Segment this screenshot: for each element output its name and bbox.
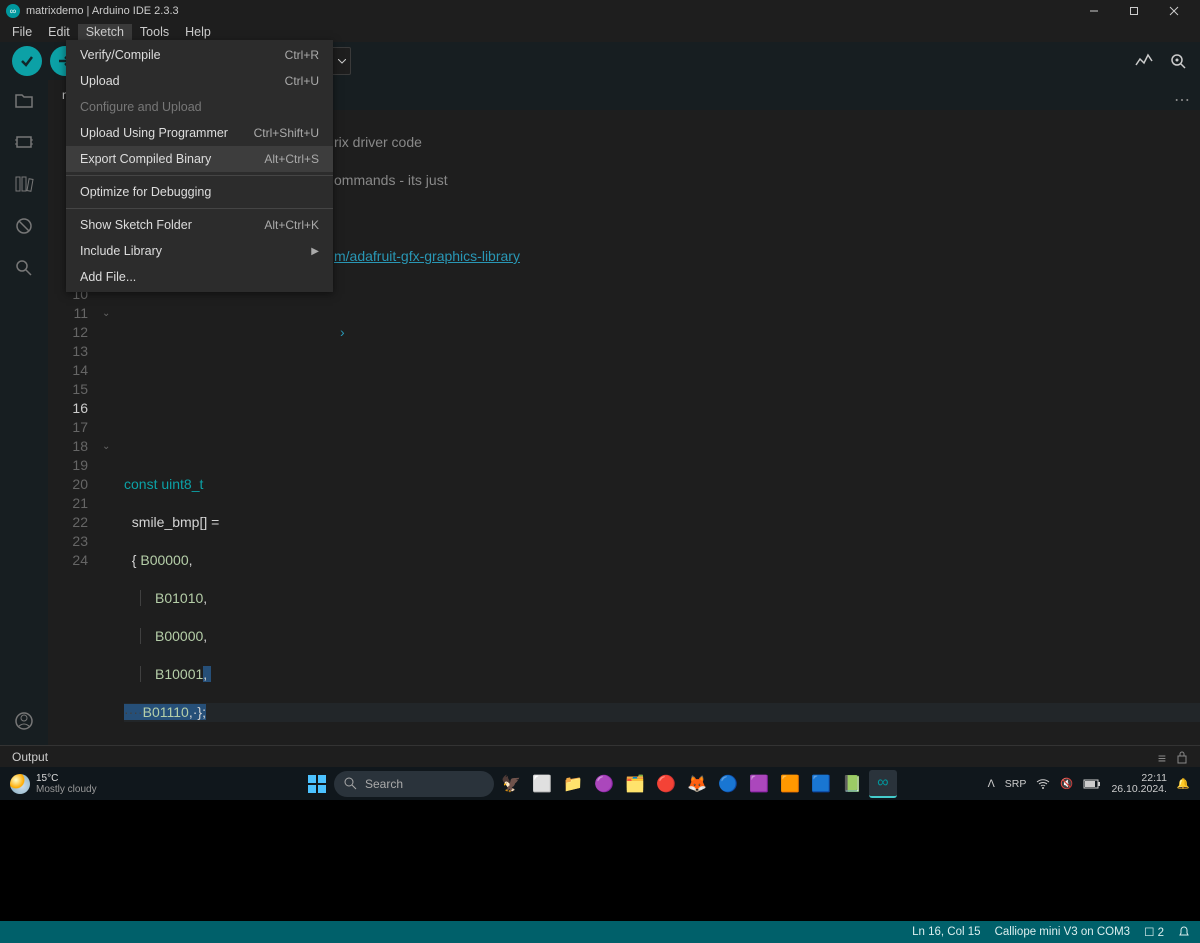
menu-file[interactable]: File <box>4 24 40 40</box>
close-button[interactable] <box>1154 0 1194 22</box>
menu-item-verify[interactable]: Verify/CompileCtrl+R <box>66 42 333 68</box>
taskbar-files[interactable]: 🗂️ <box>621 770 649 798</box>
app-icon: ∞ <box>6 4 20 18</box>
cursor-position[interactable]: Ln 16, Col 15 <box>912 926 980 938</box>
minimize-button[interactable] <box>1074 0 1114 22</box>
sketch-dropdown: Verify/CompileCtrl+R UploadCtrl+U Config… <box>66 40 333 292</box>
menu-item-add-file[interactable]: Add File... <box>66 264 333 290</box>
serial-monitor-icon[interactable] <box>1168 51 1188 71</box>
output-label[interactable]: Output <box>12 747 48 768</box>
verify-button[interactable] <box>12 46 42 76</box>
taskbar-app-1[interactable]: 🦅 <box>497 770 525 798</box>
menu-item-upload[interactable]: UploadCtrl+U <box>66 68 333 94</box>
board-status[interactable]: Calliope mini V3 on COM3 <box>995 926 1131 938</box>
menu-tools[interactable]: Tools <box>132 24 177 40</box>
taskbar-affinity-photo[interactable]: 🟪 <box>745 770 773 798</box>
debug-icon[interactable] <box>12 214 36 238</box>
library-manager-icon[interactable] <box>12 172 36 196</box>
taskbar-weather[interactable]: 15°CMostly cloudy <box>10 773 97 795</box>
taskbar-chrome[interactable]: 🔴 <box>652 770 680 798</box>
tray-language[interactable]: SRP <box>1005 778 1027 790</box>
tray-volume-icon[interactable]: 🔇 <box>1060 777 1073 790</box>
output-options-icon[interactable]: ≡ <box>1158 750 1166 766</box>
menu-item-upload-programmer[interactable]: Upload Using ProgrammerCtrl+Shift+U <box>66 120 333 146</box>
menu-sketch[interactable]: Sketch <box>78 24 132 40</box>
start-button[interactable] <box>303 770 331 798</box>
notification-bell-icon[interactable] <box>1178 926 1190 938</box>
tab-overflow-icon[interactable]: ⋯ <box>1164 90 1200 110</box>
folder-icon[interactable] <box>12 88 36 112</box>
tray-battery-icon[interactable] <box>1083 779 1101 789</box>
menu-item-optimize-debug[interactable]: Optimize for Debugging <box>66 179 333 205</box>
tray-chevron-up-icon[interactable]: ᐱ <box>988 778 995 790</box>
windows-taskbar: 15°CMostly cloudy Search 🦅 ⬜ 📁 🟣 🗂️ 🔴 🦊 … <box>0 767 1200 800</box>
taskbar-explorer[interactable]: 📁 <box>559 770 587 798</box>
menu-edit[interactable]: Edit <box>40 24 78 40</box>
menu-bar: File Edit Sketch Tools Help <box>0 22 1200 42</box>
menu-separator <box>66 208 333 209</box>
menu-separator <box>66 175 333 176</box>
maximize-button[interactable] <box>1114 0 1154 22</box>
chevron-right-icon: ▶ <box>311 246 319 257</box>
taskbar-search[interactable]: Search <box>334 771 494 797</box>
title-bar: ∞ matrixdemo | Arduino IDE 2.3.3 <box>0 0 1200 22</box>
status-bar: Ln 16, Col 15 Calliope mini V3 on COM3 ☐… <box>0 921 1200 943</box>
taskbar-affinity-designer[interactable]: 🟧 <box>776 770 804 798</box>
menu-item-include-library[interactable]: Include Library▶ <box>66 238 333 264</box>
serial-plotter-icon[interactable] <box>1134 51 1154 71</box>
window-title: matrixdemo | Arduino IDE 2.3.3 <box>26 5 1074 17</box>
menu-item-show-sketch-folder[interactable]: Show Sketch FolderAlt+Ctrl+K <box>66 212 333 238</box>
taskbar-copilot[interactable]: 🟣 <box>590 770 618 798</box>
taskbar-app-3[interactable]: 📗 <box>838 770 866 798</box>
menu-help[interactable]: Help <box>177 24 219 40</box>
taskbar-firefox[interactable]: 🦊 <box>683 770 711 798</box>
taskbar-edge[interactable]: 🔵 <box>714 770 742 798</box>
search-icon[interactable] <box>12 256 36 280</box>
activity-bar <box>0 80 48 745</box>
notification-count[interactable]: ☐ 2 <box>1144 925 1164 939</box>
taskbar-app-2[interactable]: ⬜ <box>528 770 556 798</box>
tray-wifi-icon[interactable] <box>1036 778 1050 789</box>
output-lock-icon[interactable] <box>1176 750 1188 766</box>
system-tray: ᐱ SRP 🔇 22:1126.10.2024. 🔔 <box>988 773 1190 795</box>
board-dropdown-chevron[interactable] <box>333 47 351 75</box>
menu-item-export-binary[interactable]: Export Compiled BinaryAlt+Ctrl+S <box>66 146 333 172</box>
menu-item-configure-upload[interactable]: Configure and Upload <box>66 94 333 120</box>
account-icon[interactable] <box>12 709 36 733</box>
tray-clock[interactable]: 22:1126.10.2024. <box>1111 773 1166 795</box>
taskbar-affinity-publisher[interactable]: 🟦 <box>807 770 835 798</box>
weather-icon <box>10 774 30 794</box>
output-panel-header: Output ≡ <box>0 745 1200 769</box>
taskbar-arduino[interactable]: ∞ <box>869 770 897 798</box>
tray-notifications-icon[interactable]: 🔔 <box>1177 777 1190 790</box>
board-manager-icon[interactable] <box>12 130 36 154</box>
